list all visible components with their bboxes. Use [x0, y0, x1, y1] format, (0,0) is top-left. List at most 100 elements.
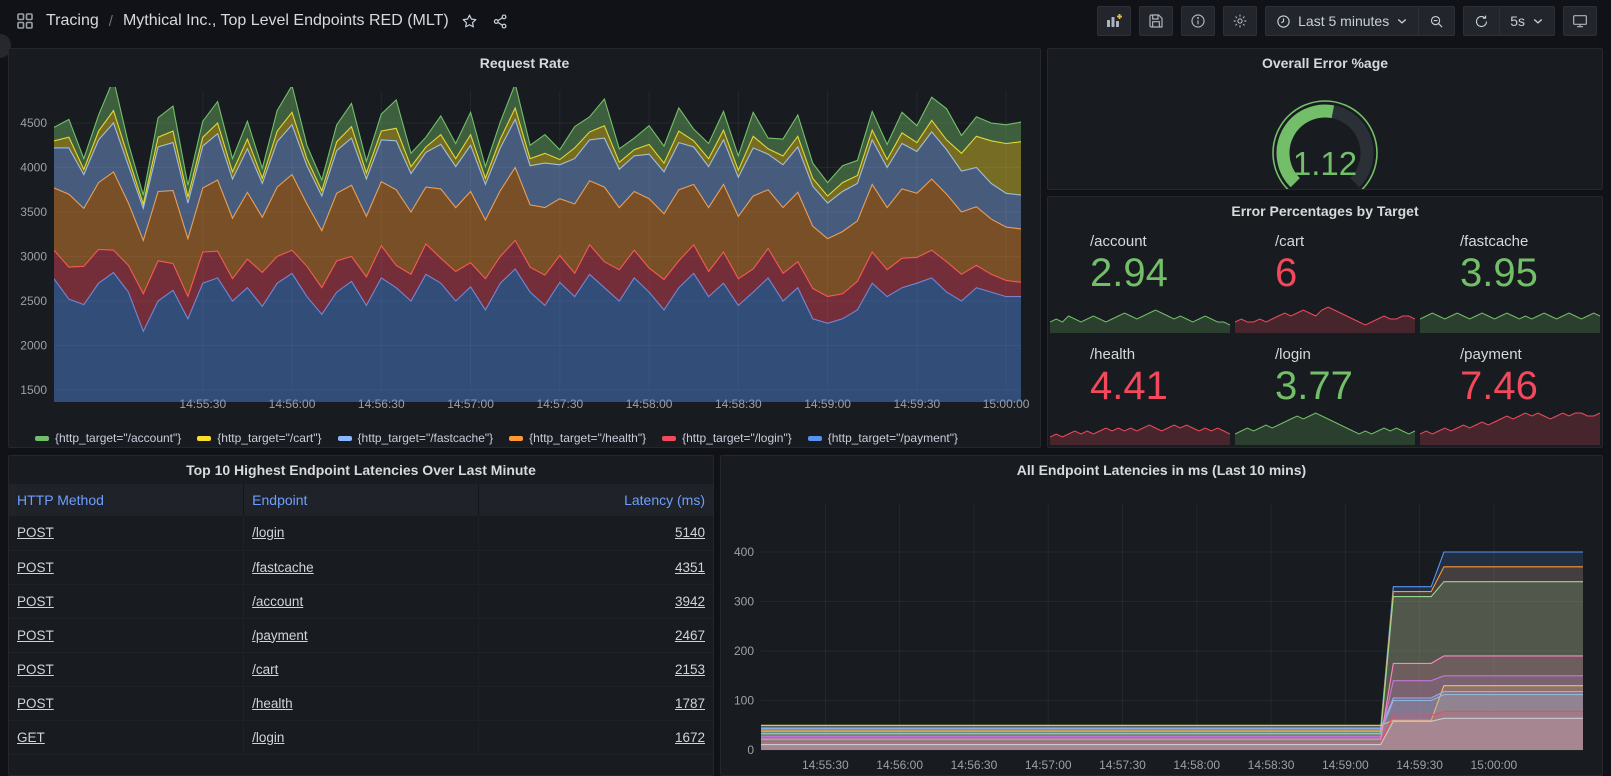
column-header-latency-ms-[interactable]: Latency (ms): [478, 484, 713, 516]
legend-item[interactable]: {http_target="/health"}: [509, 431, 646, 445]
cell-link[interactable]: POST: [17, 696, 54, 711]
cell-link[interactable]: 1787: [675, 696, 705, 711]
legend-item[interactable]: {http_target="/fastcache"}: [338, 431, 494, 445]
kiosk-mode-button[interactable]: [1563, 6, 1597, 36]
share-icon[interactable]: [490, 11, 511, 32]
table-row: POST/cart 2153: [9, 652, 713, 686]
stat-value: 3.95: [1460, 251, 1538, 295]
x-axis-label: 15:00:00: [1471, 758, 1518, 772]
table-cell: 2467: [478, 618, 713, 652]
table-cell: POST: [9, 584, 244, 618]
stat-label: /fastcache: [1460, 233, 1528, 250]
all-latencies-chart[interactable]: 010020030040014:55:3014:56:0014:56:3014:…: [721, 484, 1594, 776]
y-axis-label: 200: [734, 644, 754, 658]
stat-cell-fastcache: /fastcache3.95: [1420, 225, 1600, 333]
stat-label: /cart: [1275, 233, 1304, 250]
legend-swatch: [509, 436, 523, 441]
cell-link[interactable]: POST: [17, 662, 54, 677]
cell-link[interactable]: POST: [17, 594, 54, 609]
cell-link[interactable]: GET: [17, 730, 45, 745]
y-axis-label: 400: [734, 545, 754, 559]
stat-cell-account: /account2.94: [1050, 225, 1230, 333]
star-icon[interactable]: [459, 11, 480, 32]
cell-link[interactable]: POST: [17, 525, 54, 540]
top-nav: Tracing / Mythical Inc., Top Level Endpo…: [0, 0, 1611, 42]
panel-insights-button[interactable]: [1181, 6, 1215, 36]
table-cell: POST: [9, 686, 244, 720]
legend-label: {http_target="/cart"}: [217, 431, 321, 445]
stat-cell-payment: /payment7.46: [1420, 338, 1600, 446]
panel-title[interactable]: Request Rate: [9, 49, 1040, 77]
legend-swatch: [197, 436, 211, 441]
table-cell: 2153: [478, 652, 713, 686]
legend-item[interactable]: {http_target="/cart"}: [197, 431, 321, 445]
cell-link[interactable]: POST: [17, 560, 54, 575]
stat-value: 7.46: [1460, 364, 1538, 408]
apps-icon[interactable]: [14, 10, 36, 32]
stat-label: /login: [1275, 346, 1311, 363]
zoom-out-button[interactable]: [1419, 7, 1454, 35]
cell-link[interactable]: /payment: [252, 628, 308, 643]
y-axis-label: 3000: [20, 250, 47, 264]
legend-label: {http_target="/login"}: [682, 431, 792, 445]
stat-label: /health: [1090, 346, 1135, 363]
cell-link[interactable]: /cart: [252, 662, 278, 677]
cell-link[interactable]: 2153: [675, 662, 705, 677]
cell-link[interactable]: /health: [252, 696, 293, 711]
cell-link[interactable]: 3942: [675, 594, 705, 609]
cell-link[interactable]: 2467: [675, 628, 705, 643]
x-axis-label: 14:58:00: [1173, 758, 1220, 772]
cell-link[interactable]: /login: [252, 730, 284, 745]
breadcrumb-separator: /: [109, 13, 113, 30]
refresh-interval-picker[interactable]: 5s: [1500, 7, 1554, 35]
time-range-label: Last 5 minutes: [1298, 13, 1389, 29]
x-axis-label: 14:56:00: [876, 758, 923, 772]
table-row: POST/account 3942: [9, 584, 713, 618]
y-axis-label: 300: [734, 595, 754, 609]
legend-swatch: [808, 436, 822, 441]
cell-link[interactable]: /account: [252, 594, 303, 609]
cell-link[interactable]: 4351: [675, 560, 705, 575]
panel-title[interactable]: Error Percentages by Target: [1048, 197, 1602, 225]
panel-title[interactable]: All Endpoint Latencies in ms (Last 10 mi…: [721, 456, 1602, 484]
table-cell: 1787: [478, 686, 713, 720]
panel-title[interactable]: Top 10 Highest Endpoint Latencies Over L…: [9, 456, 713, 484]
panel-error-percentages: Error Percentages by Target /account2.94…: [1047, 196, 1603, 448]
cell-link[interactable]: POST: [17, 628, 54, 643]
y-axis-label: 4000: [20, 161, 47, 175]
legend-item[interactable]: {http_target="/account"}: [35, 431, 181, 445]
breadcrumb-root-link[interactable]: Tracing: [46, 12, 99, 30]
cell-link[interactable]: /fastcache: [252, 560, 314, 575]
x-axis-label: 14:59:00: [1322, 758, 1369, 772]
request-rate-chart[interactable]: 150020002500300035004000450014:55:3014:5…: [9, 77, 1032, 419]
table-cell: GET: [9, 720, 244, 754]
refresh-button[interactable]: [1464, 7, 1499, 35]
legend-item[interactable]: {http_target="/login"}: [662, 431, 792, 445]
chevron-down-icon: [1396, 15, 1408, 27]
save-dashboard-button[interactable]: [1139, 6, 1173, 36]
stat-sparkline: [1235, 408, 1415, 445]
stat-sparkline: [1050, 408, 1230, 445]
legend-item[interactable]: {http_target="/payment"}: [808, 431, 958, 445]
chart-legend: {http_target="/account"} {http_target="/c…: [9, 424, 1040, 448]
column-header-http-method[interactable]: HTTP Method: [9, 484, 244, 516]
cell-link[interactable]: /login: [252, 525, 284, 540]
legend-label: {http_target="/payment"}: [828, 431, 958, 445]
cell-link[interactable]: 5140: [675, 525, 705, 540]
panel-title[interactable]: Overall Error %age: [1048, 49, 1602, 77]
breadcrumb: Tracing / Mythical Inc., Top Level Endpo…: [14, 10, 511, 32]
time-range-picker[interactable]: Last 5 minutes: [1266, 7, 1418, 35]
column-header-endpoint[interactable]: Endpoint: [244, 484, 479, 516]
x-axis-label: 14:59:30: [1396, 758, 1443, 772]
table-cell: /cart: [244, 652, 479, 686]
stat-value: 6: [1275, 251, 1297, 295]
dashboard-settings-button[interactable]: [1223, 6, 1257, 36]
panel-all-latencies: All Endpoint Latencies in ms (Last 10 mi…: [720, 455, 1603, 776]
clock-icon: [1276, 14, 1291, 29]
x-axis-label: 14:58:30: [1248, 758, 1295, 772]
error-stats-grid: /account2.94/cart6/fastcache3.95/health4…: [1048, 225, 1602, 447]
stat-cell-health: /health4.41: [1050, 338, 1230, 446]
y-axis-label: 3500: [20, 205, 47, 219]
add-panel-button[interactable]: [1097, 6, 1131, 36]
cell-link[interactable]: 1672: [675, 730, 705, 745]
